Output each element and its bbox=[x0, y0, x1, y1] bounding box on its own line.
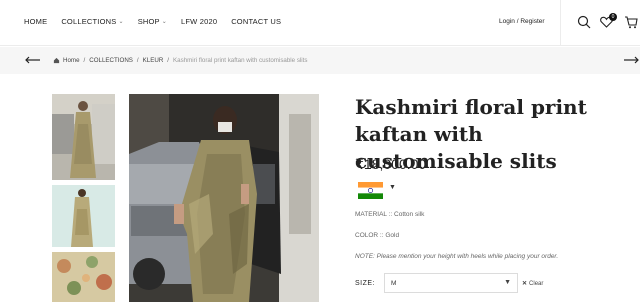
breadcrumb-separator: / bbox=[136, 57, 139, 64]
home-icon bbox=[53, 57, 60, 64]
nav-lfw-label: LFW 2020 bbox=[180, 17, 218, 26]
chevron-down-icon: ⌄ bbox=[118, 19, 124, 25]
breadcrumb-separator: / bbox=[167, 57, 170, 64]
nav-lfw[interactable]: LFW 2020 bbox=[181, 17, 217, 26]
size-selected-value: M bbox=[391, 280, 397, 287]
nav-shop[interactable]: SHOP ⌄ bbox=[138, 17, 167, 26]
size-label: SIZE: bbox=[355, 280, 376, 287]
breadcrumb-collections[interactable]: COLLECTIONS bbox=[89, 57, 133, 64]
main-nav: HOME COLLECTIONS ⌄ SHOP ⌄ LFW 2020 CONTACT… bbox=[24, 17, 295, 26]
breadcrumb-home[interactable]: Home bbox=[63, 57, 80, 64]
product-note: NOTE: Please mention your height with he… bbox=[355, 253, 559, 260]
thumbnail-1[interactable] bbox=[52, 94, 115, 180]
thumbnail-2[interactable] bbox=[52, 185, 115, 247]
close-icon: ✕ bbox=[522, 281, 528, 287]
breadcrumb-current: Kashmiri floral print kaftan with custom… bbox=[173, 57, 308, 64]
nav-contact-label: CONTACT US bbox=[231, 17, 282, 26]
breadcrumb-bar: Home / COLLECTIONS / KLEUR / Kashmiri fl… bbox=[0, 47, 640, 74]
header-divider bbox=[560, 0, 561, 46]
currency-dropdown-caret[interactable]: ▼ bbox=[389, 184, 396, 191]
nav-contact[interactable]: CONTACT US bbox=[231, 17, 281, 26]
thumbnail-3[interactable] bbox=[52, 252, 115, 302]
cart-icon[interactable] bbox=[624, 15, 638, 29]
chevron-down-icon: ⌄ bbox=[161, 19, 167, 25]
arrow-left-icon[interactable] bbox=[24, 55, 40, 65]
breadcrumb: Home / COLLECTIONS / KLEUR / Kashmiri fl… bbox=[53, 57, 308, 64]
product-color: COLOR :: Gold bbox=[355, 232, 400, 239]
arrow-right-icon[interactable] bbox=[624, 55, 640, 65]
breadcrumb-separator: / bbox=[83, 57, 86, 64]
nav-home[interactable]: HOME bbox=[24, 17, 47, 26]
login-register-link[interactable]: Login / Register bbox=[499, 18, 545, 25]
nav-home-label: HOME bbox=[24, 17, 48, 26]
wishlist-count-badge: 0 bbox=[609, 13, 617, 21]
site-header: HOME COLLECTIONS ⌄ SHOP ⌄ LFW 2020 CONTACT… bbox=[0, 0, 640, 46]
chevron-down-icon: ▼ bbox=[504, 279, 511, 286]
breadcrumb-kleur[interactable]: KLEUR bbox=[143, 57, 164, 64]
search-icon[interactable] bbox=[577, 15, 591, 29]
india-flag-icon[interactable] bbox=[358, 182, 383, 199]
product-price: ₹18,000.00 bbox=[355, 156, 427, 172]
product-main-image[interactable] bbox=[129, 94, 319, 302]
clear-selection-link[interactable]: ✕ Clear bbox=[522, 280, 543, 287]
size-select[interactable]: M ▼ bbox=[384, 273, 518, 293]
nav-collections[interactable]: COLLECTIONS ⌄ bbox=[61, 17, 123, 26]
nav-collections-label: COLLECTIONS bbox=[61, 17, 117, 26]
product-material: MATERIAL :: Cotton silk bbox=[355, 211, 425, 218]
nav-shop-label: SHOP bbox=[137, 17, 160, 26]
clear-label: Clear bbox=[529, 281, 544, 287]
